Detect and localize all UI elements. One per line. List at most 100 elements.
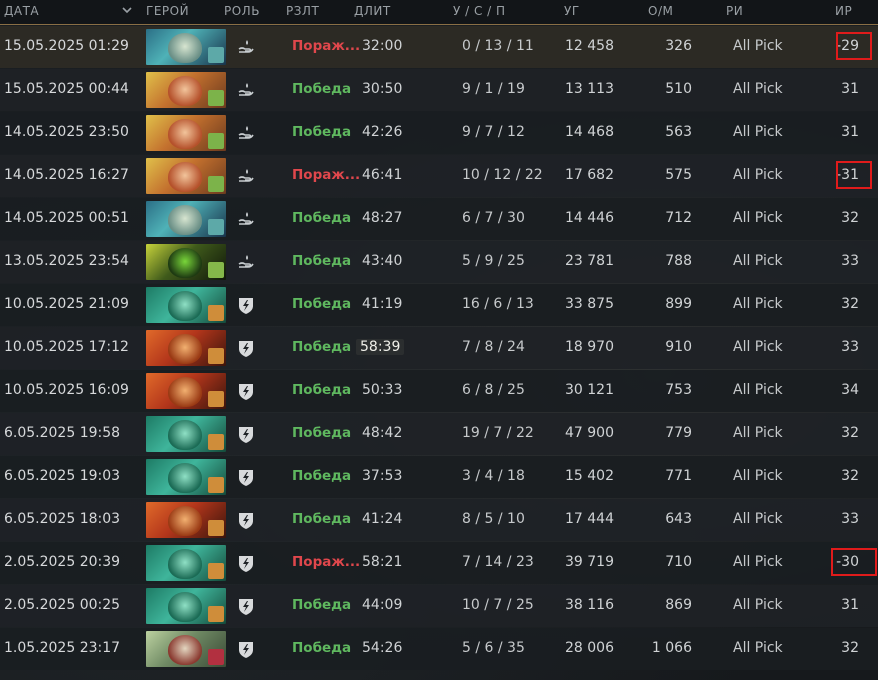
table-row[interactable]: 10.05.2025 21:09 Победа 41:19 16 / 6 / 13 33… — [0, 284, 878, 326]
match-date: 2.05.2025 20:39 — [4, 554, 121, 570]
hero-portrait-earthshaker[interactable] — [146, 287, 226, 323]
table-row[interactable]: 14.05.2025 23:50 Победа 42:26 9 / 7 / 12 14 … — [0, 112, 878, 154]
table-row[interactable]: 14.05.2025 00:51 Победа 48:27 6 / 7 / 30 14 … — [0, 198, 878, 240]
match-mmr-change: 34 — [841, 382, 859, 398]
table-row[interactable]: 6.05.2025 19:03 Победа 37:53 3 / 4 / 18 15 4… — [0, 456, 878, 498]
match-result: Победа — [292, 468, 352, 484]
hero-portrait-earthshaker[interactable] — [146, 416, 226, 452]
table-header: ДАТА ГЕРОЙ РОЛЬ РЗЛТ ДЛИТ У / С / П УГ О… — [0, 0, 878, 25]
match-mode: All Pick — [733, 597, 783, 613]
facet-icon — [208, 477, 224, 493]
table-row[interactable]: 15.05.2025 01:29 Пораж... 32:00 0 / 13 / 11… — [0, 26, 878, 68]
match-duration: 58:21 — [362, 554, 403, 570]
match-kda: 0 / 13 / 11 — [462, 38, 534, 54]
hero-portrait-lina[interactable] — [146, 115, 226, 151]
match-gpm: 753 — [665, 382, 692, 398]
match-result: Победа — [292, 511, 352, 527]
match-date: 15.05.2025 00:44 — [4, 81, 129, 97]
match-networth: 17 682 — [565, 167, 614, 183]
match-kda: 5 / 6 / 35 — [462, 640, 525, 656]
carry-icon — [236, 596, 256, 616]
hero-portrait-lina[interactable] — [146, 158, 226, 194]
table-row[interactable]: 10.05.2025 16:09 Победа 50:33 6 / 8 / 25 30 … — [0, 370, 878, 412]
match-kda: 3 / 4 / 18 — [462, 468, 525, 484]
facet-icon — [208, 47, 224, 63]
header-mode[interactable]: РИ — [726, 4, 743, 18]
match-duration: 58:39 — [356, 339, 405, 355]
match-mode: All Pick — [733, 167, 783, 183]
hero-portrait-earthshaker[interactable] — [146, 545, 226, 581]
header-duration[interactable]: ДЛИТ — [354, 4, 391, 18]
table-row[interactable]: 13.05.2025 23:54 Победа 43:40 5 / 9 / 25 23 … — [0, 241, 878, 283]
table-row[interactable]: 6.05.2025 19:58 Победа 48:42 19 / 7 / 22 47 … — [0, 413, 878, 455]
header-date[interactable]: ДАТА — [4, 4, 39, 18]
table-row[interactable]: 10.05.2025 17:12 Победа 58:39 7 / 8 / 24 18 … — [0, 327, 878, 369]
facet-icon — [208, 133, 224, 149]
match-networth: 30 121 — [565, 382, 614, 398]
carry-icon — [236, 424, 256, 444]
match-networth: 23 781 — [565, 253, 614, 269]
carry-icon — [236, 553, 256, 573]
match-kda: 6 / 7 / 30 — [462, 210, 525, 226]
match-kda: 8 / 5 / 10 — [462, 511, 525, 527]
chevron-down-icon[interactable] — [121, 4, 133, 16]
match-networth: 14 446 — [565, 210, 614, 226]
header-gpm[interactable]: О/М — [648, 4, 673, 18]
hero-portrait-pudge[interactable] — [146, 631, 226, 667]
hero-portrait-brewmaster[interactable] — [146, 330, 226, 366]
header-networth[interactable]: УГ — [564, 4, 580, 18]
match-mmr-change: 32 — [841, 468, 859, 484]
carry-icon — [236, 510, 256, 530]
table-row[interactable]: 2.05.2025 00:25 Победа 44:09 10 / 7 / 25 38 … — [0, 585, 878, 627]
match-date: 1.05.2025 23:17 — [4, 640, 121, 656]
match-gpm: 643 — [665, 511, 692, 527]
match-mmr-change: 32 — [841, 210, 859, 226]
header-hero[interactable]: ГЕРОЙ — [146, 4, 189, 18]
facet-icon — [208, 305, 224, 321]
match-mmr-change: 32 — [841, 640, 859, 656]
match-mmr-change: 33 — [841, 339, 859, 355]
match-result: Победа — [292, 124, 352, 140]
hero-portrait-necrophos[interactable] — [146, 244, 226, 280]
match-list: 15.05.2025 01:29 Пораж... 32:00 0 / 13 / 11… — [0, 26, 878, 671]
match-duration: 41:24 — [362, 511, 403, 527]
hero-portrait-brewmaster[interactable] — [146, 502, 226, 538]
match-gpm: 510 — [665, 81, 692, 97]
match-networth: 28 006 — [565, 640, 614, 656]
match-mode: All Pick — [733, 124, 783, 140]
match-duration: 43:40 — [362, 253, 403, 269]
facet-icon — [208, 606, 224, 622]
table-row[interactable]: 6.05.2025 18:03 Победа 41:24 8 / 5 / 10 17 4… — [0, 499, 878, 541]
hero-portrait-lina[interactable] — [146, 72, 226, 108]
facet-icon — [208, 219, 224, 235]
header-role[interactable]: РОЛЬ — [224, 4, 260, 18]
match-networth: 33 875 — [565, 296, 614, 312]
hero-portrait-earthshaker[interactable] — [146, 459, 226, 495]
carry-icon — [236, 467, 256, 487]
hero-portrait-muerta[interactable] — [146, 201, 226, 237]
match-networth: 39 719 — [565, 554, 614, 570]
match-gpm: 712 — [665, 210, 692, 226]
match-gpm: 710 — [665, 554, 692, 570]
header-kda[interactable]: У / С / П — [453, 4, 506, 18]
highlight-box — [836, 32, 872, 60]
match-gpm: 771 — [665, 468, 692, 484]
hero-portrait-muerta[interactable] — [146, 29, 226, 65]
highlight-box — [836, 161, 872, 189]
match-duration: 30:50 — [362, 81, 403, 97]
match-kda: 16 / 6 / 13 — [462, 296, 534, 312]
support-icon — [236, 166, 256, 186]
table-row[interactable]: 2.05.2025 20:39 Пораж... 58:21 7 / 14 / 23 3… — [0, 542, 878, 584]
match-kda: 5 / 9 / 25 — [462, 253, 525, 269]
hero-portrait-brewmaster[interactable] — [146, 373, 226, 409]
match-networth: 18 970 — [565, 339, 614, 355]
table-row[interactable]: 1.05.2025 23:17 Победа 54:26 5 / 6 / 35 28 0… — [0, 628, 878, 670]
table-row[interactable]: 15.05.2025 00:44 Победа 30:50 9 / 1 / 19 13 … — [0, 69, 878, 111]
header-result[interactable]: РЗЛТ — [286, 4, 319, 18]
match-result: Победа — [292, 253, 352, 269]
hero-portrait-earthshaker[interactable] — [146, 588, 226, 624]
table-row[interactable]: 14.05.2025 16:27 Пораж... 46:41 10 / 12 / 2… — [0, 155, 878, 197]
match-mode: All Pick — [733, 81, 783, 97]
header-mmr[interactable]: ИР — [835, 4, 852, 18]
match-date: 6.05.2025 19:03 — [4, 468, 121, 484]
